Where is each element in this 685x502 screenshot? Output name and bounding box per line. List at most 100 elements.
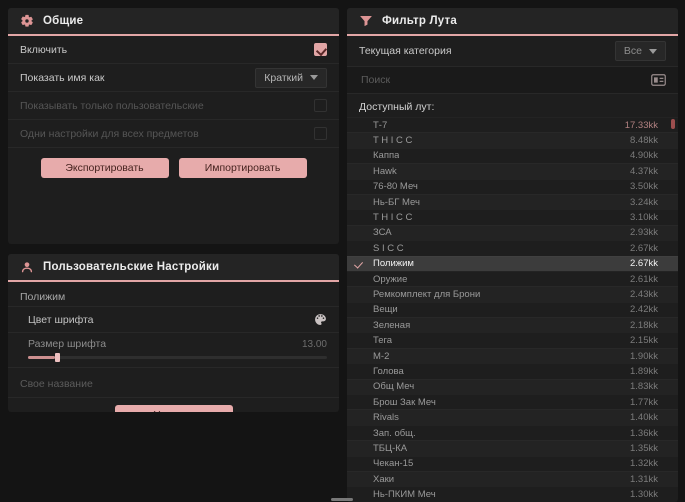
loot-row[interactable]: Т-7 17.33kk bbox=[347, 117, 678, 132]
loot-item-value: 1.35kk bbox=[630, 442, 658, 454]
only-custom-checkbox[interactable] bbox=[314, 99, 327, 112]
card-view-icon[interactable] bbox=[651, 74, 666, 86]
category-value: Все bbox=[623, 45, 642, 57]
loot-item-value: 2.67kk bbox=[630, 242, 658, 254]
funnel-icon bbox=[359, 14, 373, 28]
loot-row[interactable]: 76-80 Меч 3.50kk bbox=[347, 179, 678, 194]
loot-row[interactable]: Оружие 2.61kk bbox=[347, 271, 678, 286]
loot-row[interactable]: Вещи 2.42kk bbox=[347, 302, 678, 317]
chevron-down-icon bbox=[310, 75, 318, 80]
loot-row[interactable]: Общ Меч 1.83kk bbox=[347, 379, 678, 394]
loot-item-value: 1.77kk bbox=[630, 396, 658, 408]
enable-checkbox[interactable] bbox=[314, 43, 327, 56]
delete-button[interactable]: Удалить bbox=[114, 405, 233, 412]
loot-item-value: 1.36kk bbox=[630, 427, 658, 439]
selected-item-name: Полижим bbox=[8, 282, 339, 307]
loot-item-value: 1.90kk bbox=[630, 350, 658, 362]
loot-item-value: 17.33kk bbox=[624, 119, 658, 131]
loot-item-value: 2.18kk bbox=[630, 319, 658, 331]
loot-item-value: 1.40kk bbox=[630, 412, 658, 424]
loot-row[interactable]: Полижим 2.67kk bbox=[347, 255, 678, 271]
loot-row[interactable]: Хаки 1.31kk bbox=[347, 471, 678, 486]
loot-item-name: Hawk bbox=[373, 165, 397, 177]
panel-filter-title: Фильтр Лута bbox=[382, 15, 457, 27]
loot-item-name: 76-80 Меч bbox=[373, 181, 418, 193]
loot-item-name: Общ Меч bbox=[373, 381, 415, 393]
window-scrollbar-thumb[interactable] bbox=[331, 498, 353, 501]
only-custom-label: Показывать только пользовательские bbox=[20, 99, 204, 112]
panel-filter-header: Фильтр Лута bbox=[347, 8, 678, 36]
loot-item-value: 2.61kk bbox=[630, 273, 658, 285]
category-dropdown[interactable]: Все bbox=[614, 41, 666, 61]
loot-row[interactable]: T H I C C 8.48kk bbox=[347, 132, 678, 147]
loot-item-value: 4.90kk bbox=[630, 150, 658, 162]
slider-fill bbox=[28, 356, 55, 359]
same-settings-checkbox[interactable] bbox=[314, 127, 327, 140]
loot-row[interactable]: Hawk 4.37kk bbox=[347, 163, 678, 178]
delete-row: Удалить bbox=[8, 397, 339, 412]
loot-row[interactable]: Тега 2.15kk bbox=[347, 332, 678, 347]
loot-item-name: Зеленая bbox=[373, 319, 411, 331]
loot-item-name: Тега bbox=[373, 335, 393, 347]
loot-row[interactable]: T H I C C 3.10kk bbox=[347, 209, 678, 224]
loot-item-name: Хаки bbox=[373, 473, 395, 485]
loot-row[interactable]: Ремкомплект для Брони 2.43kk bbox=[347, 286, 678, 301]
loot-row[interactable]: ТБЦ-КА 1.35kk bbox=[347, 440, 678, 455]
loot-row[interactable]: Брош Зак Меч 1.77kk bbox=[347, 394, 678, 409]
setting-row-only-custom: Показывать только пользовательские bbox=[8, 92, 339, 120]
loot-row[interactable]: Rivals 1.40kk bbox=[347, 409, 678, 424]
loot-row[interactable]: Нь-БГ Меч 3.24kk bbox=[347, 194, 678, 209]
enable-label: Включить bbox=[20, 43, 68, 56]
font-size-block: Размер шрифта 13.00 bbox=[8, 333, 339, 368]
loot-item-name: Голова bbox=[373, 365, 404, 377]
loot-list: Т-7 17.33kk T H I C C 8.48kk Каппа 4.90k… bbox=[347, 117, 678, 502]
font-color-row: Цвет шрифта bbox=[8, 307, 339, 333]
loot-item-name: Оружие bbox=[373, 273, 408, 285]
loot-row[interactable]: Нь-ПКИМ Меч 1.30kk bbox=[347, 486, 678, 501]
same-settings-label: Одни настройки для всех предметов bbox=[20, 127, 199, 140]
loot-row[interactable]: Зап. общ. 1.36kk bbox=[347, 425, 678, 440]
loot-item-name: Каппа bbox=[373, 150, 400, 162]
loot-row[interactable]: Голова 1.89kk bbox=[347, 363, 678, 378]
name-mode-label: Показать имя как bbox=[20, 71, 105, 84]
custom-name-input[interactable] bbox=[20, 375, 327, 393]
check-icon bbox=[353, 258, 364, 269]
chevron-down-icon bbox=[649, 48, 657, 54]
panel-loot-filter: Фильтр Лута Текущая категория Все Доступ… bbox=[347, 8, 678, 502]
category-row: Текущая категория Все bbox=[347, 36, 678, 67]
loot-item-name: Вещи bbox=[373, 304, 398, 316]
loot-item-name: Нь-ПКИМ Меч bbox=[373, 489, 436, 501]
palette-icon[interactable] bbox=[314, 313, 327, 326]
user-settings-icon bbox=[20, 260, 34, 274]
font-color-label: Цвет шрифта bbox=[28, 313, 94, 326]
search-input[interactable] bbox=[359, 73, 643, 87]
font-size-slider[interactable] bbox=[28, 353, 327, 362]
panel-custom-header: Пользовательские Настройки bbox=[8, 254, 339, 282]
loot-item-name: Нь-БГ Меч bbox=[373, 196, 420, 208]
loot-item-value: 3.10kk bbox=[630, 212, 658, 224]
panel-custom-title: Пользовательские Настройки bbox=[43, 261, 220, 273]
name-mode-dropdown[interactable]: Краткий bbox=[255, 67, 327, 88]
slider-handle[interactable] bbox=[54, 353, 60, 362]
loot-item-name: ТБЦ-КА bbox=[373, 442, 408, 454]
loot-row[interactable]: S I C C 2.67kk bbox=[347, 240, 678, 255]
loot-item-name: ЗСА bbox=[373, 227, 392, 239]
loot-row[interactable]: ЗСА 2.93kk bbox=[347, 225, 678, 240]
export-button[interactable]: Экспортировать bbox=[40, 158, 169, 178]
setting-row-enable: Включить bbox=[8, 36, 339, 64]
loot-item-name: Брош Зак Меч bbox=[373, 396, 436, 408]
setting-row-same-settings: Одни настройки для всех предметов bbox=[8, 120, 339, 148]
loot-row[interactable]: Чекан-15 1.32kk bbox=[347, 456, 678, 471]
loot-row[interactable]: М-2 1.90kk bbox=[347, 348, 678, 363]
loot-item-value: 1.31kk bbox=[630, 473, 658, 485]
loot-item-name: Т-7 bbox=[373, 119, 388, 131]
panel-general-title: Общие bbox=[43, 15, 84, 27]
loot-item-name: Чекан-15 bbox=[373, 458, 414, 470]
import-button[interactable]: Импортировать bbox=[178, 158, 307, 178]
loot-row[interactable]: Каппа 4.90kk bbox=[347, 148, 678, 163]
font-size-value: 13.00 bbox=[301, 338, 327, 350]
mod-config-window: Общие Включить Показать имя как Краткий … bbox=[0, 0, 685, 502]
loot-item-name: М-2 bbox=[373, 350, 390, 362]
available-loot-label: Доступный лут: bbox=[359, 101, 435, 113]
loot-row[interactable]: Зеленая 2.18kk bbox=[347, 317, 678, 332]
